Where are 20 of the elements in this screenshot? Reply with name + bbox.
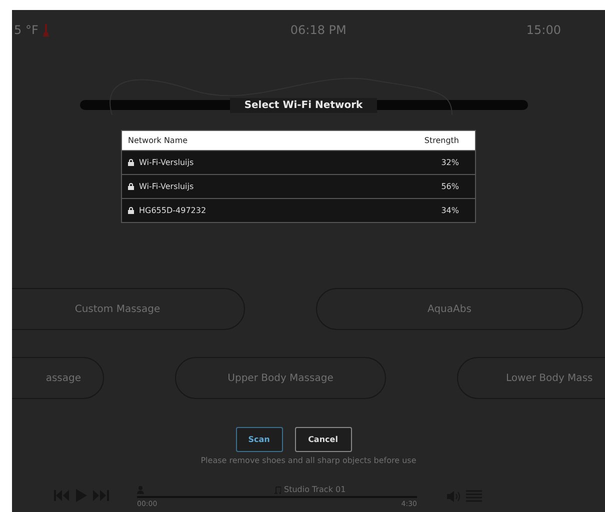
scan-button[interactable]: Scan [236,427,282,452]
network-name: HG655D-497232 [139,206,206,215]
column-header: Strength [424,136,459,145]
thermometer-icon [42,23,50,37]
clock-time: 06:18 PM [290,23,346,37]
network-name: Wi-Fi-Versluijs [139,182,194,191]
network-row[interactable]: Wi-Fi-Versluijs 32% [122,150,475,174]
safety-notice: Please remove shoes and all sharp objects before use [200,456,416,465]
signal-strength: 56% [441,182,459,191]
network-name: Wi-Fi-Versluijs [139,158,194,167]
dialog-title: Select Wi-Fi Network [230,98,377,112]
column-header: Network Name [128,136,188,145]
timer: 15:00 [526,23,561,37]
network-row[interactable]: Wi-Fi-Versluijs 56% [122,174,475,198]
signal-strength: 34% [441,206,459,215]
track-title: Studio Track 01 [284,485,346,494]
signal-strength: 32% [441,158,459,167]
network-row[interactable]: HG655D-497232 34% [122,198,475,222]
cancel-button[interactable]: Cancel [294,427,352,452]
temperature: 5 °F [14,23,38,37]
